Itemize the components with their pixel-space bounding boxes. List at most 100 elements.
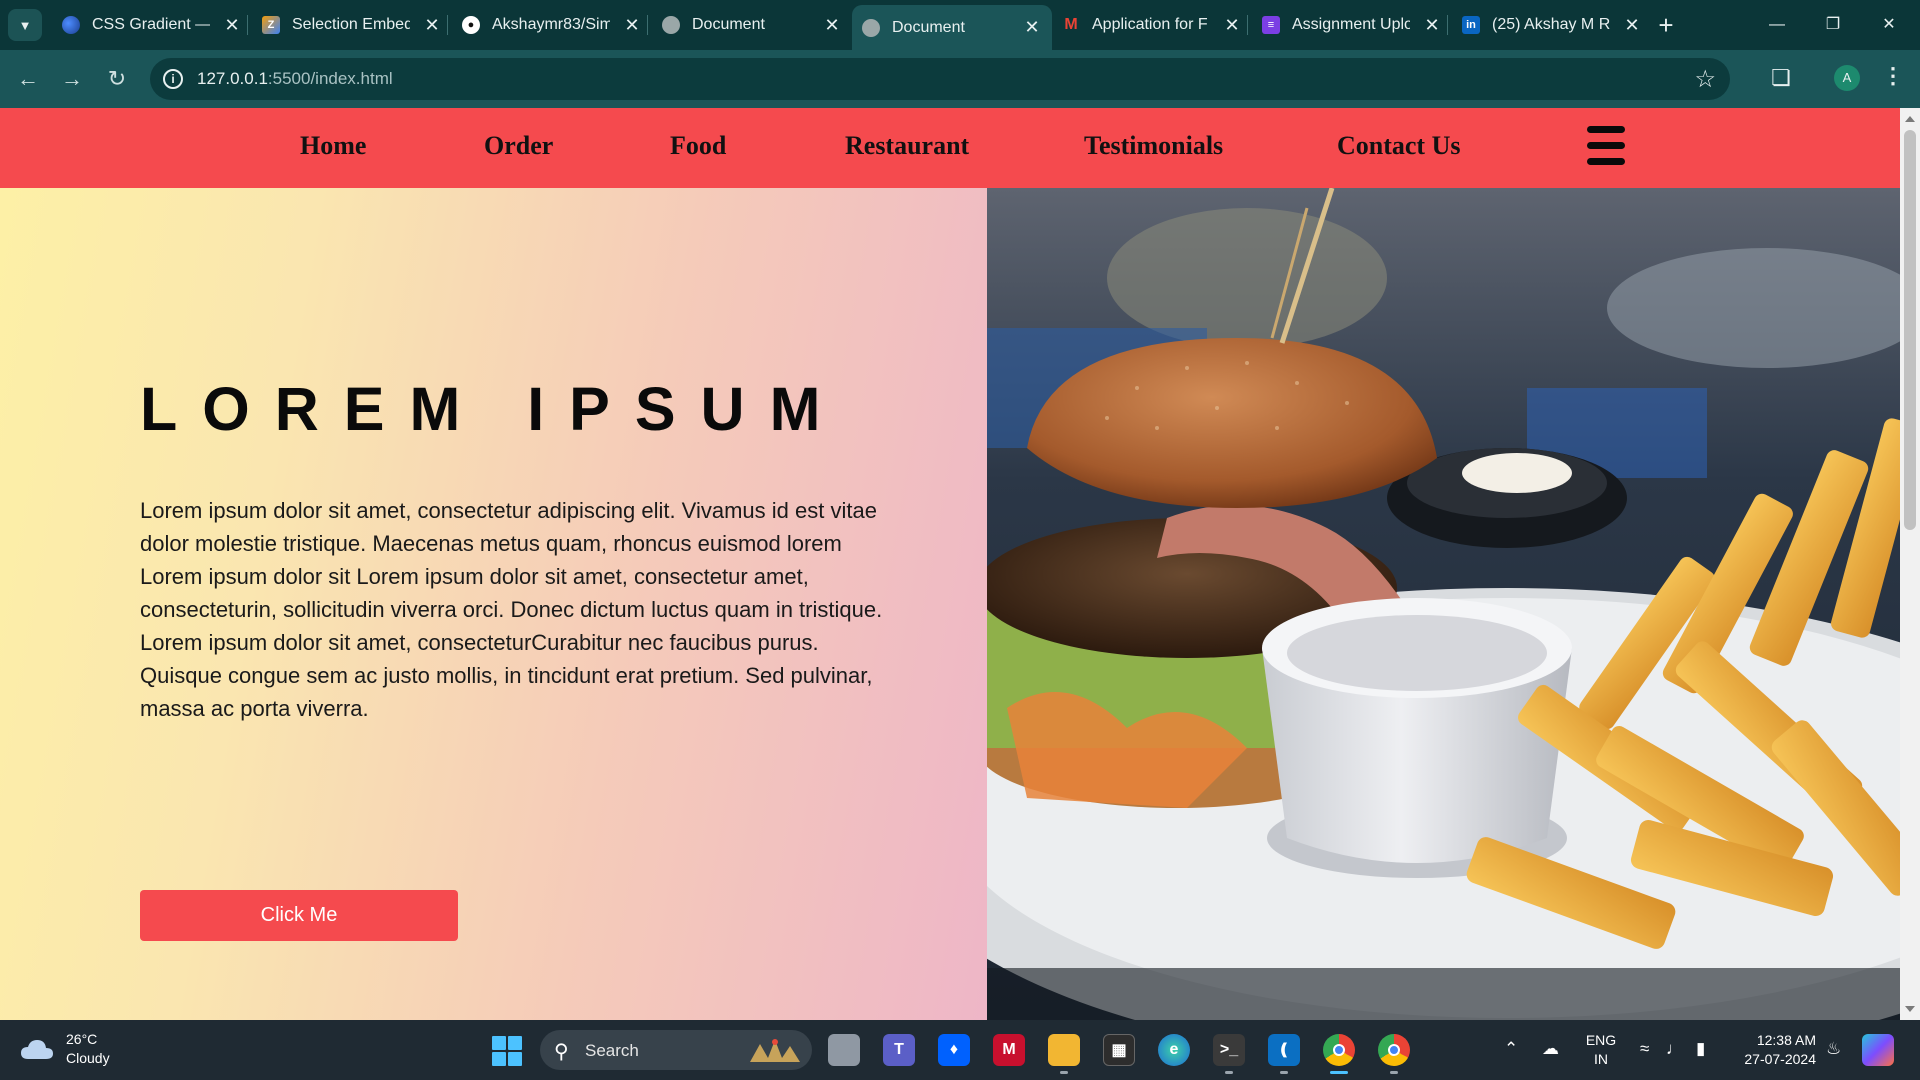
tab-title: Application for F bbox=[1092, 16, 1208, 33]
nav-testimonials-link[interactable]: Testimonials bbox=[1084, 131, 1223, 161]
clock-date: 27-07-2024 bbox=[1744, 1051, 1816, 1067]
browser-tab[interactable]: ≡ Assignment Uplo ✕ bbox=[1252, 5, 1452, 45]
weather-widget[interactable]: 26°C Cloudy bbox=[20, 1030, 110, 1068]
close-icon[interactable]: ✕ bbox=[1222, 15, 1242, 36]
nav-food-link[interactable]: Food bbox=[670, 131, 726, 161]
hero-section: LOREM IPSUM Lorem ipsum dolor sit amet, … bbox=[0, 188, 987, 1020]
site-navbar: Home Order Food Restaurant Testimonials … bbox=[0, 108, 1900, 188]
extensions-puzzle-icon[interactable]: ❏ bbox=[1768, 65, 1794, 91]
new-tab-button[interactable]: + bbox=[1652, 11, 1680, 39]
close-icon[interactable]: ✕ bbox=[422, 15, 442, 36]
wifi-icon[interactable]: ≈ bbox=[1640, 1039, 1649, 1059]
running-indicator bbox=[1390, 1071, 1398, 1074]
minimize-button[interactable]: — bbox=[1754, 12, 1800, 38]
page-viewport: Home Order Food Restaurant Testimonials … bbox=[0, 108, 1920, 1020]
scroll-down-arrow-icon[interactable] bbox=[1905, 1006, 1915, 1012]
site-info-icon[interactable]: i bbox=[163, 69, 183, 89]
tab-title: Document bbox=[892, 18, 965, 36]
vscode-icon[interactable]: ❪ bbox=[1268, 1034, 1300, 1066]
globe-icon bbox=[662, 16, 680, 34]
copilot-icon[interactable] bbox=[1862, 1034, 1894, 1066]
search-highlight-icon bbox=[750, 1039, 800, 1062]
browser-tab[interactable]: M Application for F ✕ bbox=[1052, 5, 1252, 45]
tab-title: Akshaymr83/Sim bbox=[492, 16, 610, 33]
task-view-icon[interactable] bbox=[828, 1034, 860, 1066]
burger-fries-image bbox=[987, 188, 1900, 1020]
close-icon[interactable]: ✕ bbox=[822, 15, 842, 36]
restore-button[interactable]: ❐ bbox=[1810, 12, 1856, 38]
teams-icon[interactable]: T bbox=[883, 1034, 915, 1066]
nav-contact-link[interactable]: Contact Us bbox=[1337, 131, 1461, 161]
tab-title: Assignment Uplo bbox=[1292, 16, 1410, 33]
clock[interactable]: 12:38 AM 27-07-2024 bbox=[1732, 1031, 1816, 1069]
battery-icon[interactable]: ▮ bbox=[1696, 1039, 1705, 1059]
chrome-icon[interactable] bbox=[1323, 1034, 1355, 1066]
scroll-up-arrow-icon[interactable] bbox=[1905, 116, 1915, 122]
close-icon[interactable]: ✕ bbox=[622, 15, 642, 36]
taskbar-search[interactable]: ⚲ Search bbox=[540, 1030, 812, 1070]
dropbox-icon[interactable]: ♦ bbox=[938, 1034, 970, 1066]
chevron-down-icon: ▼ bbox=[18, 17, 32, 33]
linkedin-icon: in bbox=[1462, 16, 1480, 34]
notification-bell-icon[interactable]: ♨ bbox=[1826, 1039, 1841, 1059]
gmail-icon: M bbox=[1064, 16, 1078, 33]
mcafee-icon[interactable]: M bbox=[993, 1034, 1025, 1066]
nav-restaurant-link[interactable]: Restaurant bbox=[845, 131, 969, 161]
browser-tab[interactable]: ● Akshaymr83/Sim ✕ bbox=[452, 5, 652, 45]
github-icon: ● bbox=[462, 16, 480, 34]
browser-tab[interactable]: Document ✕ bbox=[652, 5, 852, 45]
close-icon[interactable]: ✕ bbox=[1622, 15, 1642, 36]
hero-title: LOREM IPSUM bbox=[140, 375, 846, 443]
click-me-button[interactable]: Click Me bbox=[140, 890, 458, 941]
window-close-button[interactable]: ✕ bbox=[1866, 12, 1912, 38]
scrollbar-thumb[interactable] bbox=[1904, 130, 1916, 530]
browser-tab[interactable]: CSS Gradient — ✕ bbox=[52, 5, 252, 45]
microsoft-store-icon[interactable]: ▦ bbox=[1103, 1034, 1135, 1066]
terminal-icon[interactable]: >_ bbox=[1213, 1034, 1245, 1066]
url-text[interactable]: 127.0.0.1:5500/index.html bbox=[197, 69, 393, 89]
browser-tab-active[interactable]: Document ✕ bbox=[852, 5, 1052, 50]
browser-tab[interactable]: in (25) Akshay M R ✕ bbox=[1452, 5, 1652, 45]
running-indicator bbox=[1060, 1071, 1068, 1074]
forward-button[interactable]: → bbox=[58, 65, 86, 93]
url-path: :5500/index.html bbox=[267, 69, 393, 88]
cloud-icon bbox=[20, 1038, 54, 1060]
bookmark-star-icon[interactable]: ☆ bbox=[1694, 65, 1716, 94]
tab-divider bbox=[1247, 15, 1248, 35]
chrome-profile-icon[interactable] bbox=[1378, 1034, 1410, 1066]
page-scrollbar[interactable] bbox=[1900, 108, 1920, 1020]
edge-icon[interactable]: e bbox=[1158, 1034, 1190, 1066]
language-indicator[interactable]: ENG IN bbox=[1582, 1031, 1620, 1069]
close-icon[interactable]: ✕ bbox=[1422, 15, 1442, 36]
active-app-indicator bbox=[1330, 1071, 1348, 1074]
browser-tab[interactable]: Z Selection Embed ✕ bbox=[252, 5, 452, 45]
back-button[interactable]: ← bbox=[14, 65, 42, 93]
forms-icon: ≡ bbox=[1262, 16, 1280, 34]
reload-button[interactable]: ↻ bbox=[103, 65, 131, 93]
profile-avatar[interactable]: A bbox=[1834, 65, 1860, 91]
weather-temperature: 26°C bbox=[66, 1031, 98, 1047]
css-gradient-favicon-icon bbox=[62, 16, 80, 34]
file-explorer-icon[interactable] bbox=[1048, 1034, 1080, 1066]
browser-tab-bar: ▼ CSS Gradient — ✕ Z Selection Embed ✕ ●… bbox=[0, 0, 1920, 50]
url-host: 127.0.0.1 bbox=[197, 69, 268, 88]
volume-icon[interactable]: ♩ bbox=[1666, 1039, 1683, 1059]
browser-toolbar: ← → ↻ i 127.0.0.1:5500/index.html ☆ ❏ A … bbox=[0, 50, 1920, 108]
hamburger-menu-icon[interactable] bbox=[1587, 126, 1625, 166]
more-menu-icon[interactable]: ⋮ bbox=[1882, 63, 1904, 89]
tab-title: CSS Gradient — bbox=[92, 16, 210, 33]
address-bar[interactable]: i 127.0.0.1:5500/index.html ☆ bbox=[150, 58, 1730, 100]
onedrive-offline-icon[interactable]: ☁ bbox=[1542, 1039, 1559, 1059]
chevron-up-icon[interactable]: ⌃ bbox=[1504, 1039, 1518, 1059]
tab-title: Document bbox=[692, 16, 765, 33]
hero-paragraph: Lorem ipsum dolor sit amet, consectetur … bbox=[140, 498, 883, 721]
close-icon[interactable]: ✕ bbox=[222, 15, 242, 36]
running-indicator bbox=[1225, 1071, 1233, 1074]
tab-search-button[interactable]: ▼ bbox=[8, 9, 42, 41]
close-icon[interactable]: ✕ bbox=[1022, 17, 1042, 38]
tab-divider bbox=[447, 15, 448, 35]
running-indicator bbox=[1280, 1071, 1288, 1074]
windows-start-icon[interactable] bbox=[492, 1036, 522, 1066]
nav-home-link[interactable]: Home bbox=[300, 131, 366, 161]
nav-order-link[interactable]: Order bbox=[484, 131, 553, 161]
